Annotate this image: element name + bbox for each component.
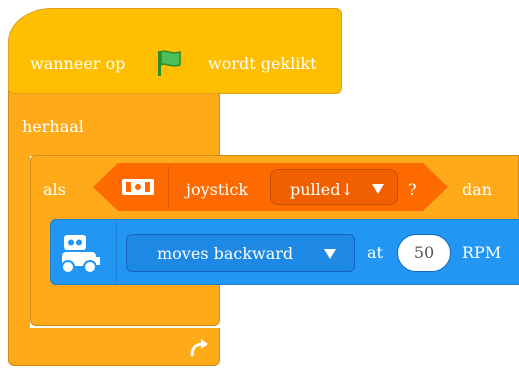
condition-question-mark: ?	[408, 180, 417, 199]
loop-arrow-icon	[190, 339, 208, 357]
rpm-unit-label: RPM	[462, 243, 502, 262]
joystick-sensor-icon	[122, 179, 154, 195]
at-label: at	[367, 243, 383, 262]
green-flag-icon	[158, 50, 181, 76]
motor-block-divider	[116, 222, 117, 282]
motor-direction-dropdown[interactable]: moves backward	[126, 234, 355, 272]
hat-text-before: wanneer op	[30, 54, 126, 73]
if-block-bottom	[30, 282, 220, 326]
dropdown-arrow-icon	[324, 249, 336, 259]
joystick-state-value: pulled↓	[290, 180, 354, 199]
repeat-block-arm	[8, 150, 30, 332]
dropdown-arrow-icon	[372, 184, 384, 194]
joystick-state-dropdown[interactable]: pulled↓	[270, 169, 398, 205]
joystick-label: joystick	[186, 180, 249, 199]
code-canvas: herhaal wanneer op wordt geklikt als dan…	[0, 0, 519, 369]
hat-text-after: wordt geklikt	[208, 54, 317, 73]
repeat-label: herhaal	[22, 117, 84, 136]
if-label: als	[43, 180, 66, 199]
speed-input[interactable]: 50	[397, 234, 451, 272]
robot-motor-icon	[61, 235, 100, 274]
condition-divider	[168, 166, 169, 208]
motor-direction-value: moves backward	[157, 244, 294, 263]
then-label: dan	[462, 180, 493, 199]
